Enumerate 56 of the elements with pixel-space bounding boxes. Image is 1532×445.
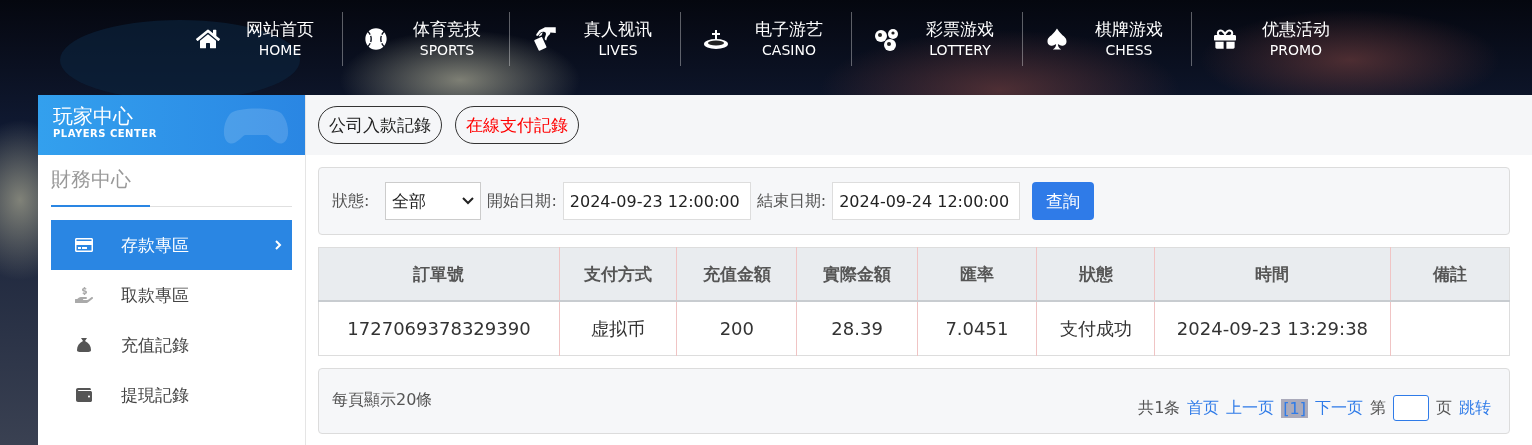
page-field[interactable] (1393, 395, 1429, 421)
chevron-icon (274, 239, 282, 251)
table-cell: 2024-09-23 13:29:38 (1154, 301, 1391, 356)
hand-icon (75, 286, 93, 304)
table-cell: 1727069378329390 (318, 301, 560, 356)
column-header: 時間 (1154, 247, 1391, 301)
end-date-label: 結束日期: (756, 190, 827, 212)
nav-item[interactable]: 棋牌游戏 CHESS (1022, 12, 1191, 66)
column-header: 實際金額 (796, 247, 918, 301)
sidebar-item[interactable]: 充值記錄 (51, 320, 292, 370)
nav-item[interactable]: 体育竞技 SPORTS (342, 12, 509, 66)
jump-link[interactable]: 跳转 (1459, 397, 1491, 419)
table-cell: 7.0451 (917, 301, 1037, 356)
sidebar-item[interactable]: 提現記錄 (51, 370, 292, 420)
sidebar-title: 玩家中心 (53, 104, 134, 128)
table-cell: 28.39 (796, 301, 918, 356)
column-header: 狀態 (1036, 247, 1155, 301)
table-cell: 支付成功 (1036, 301, 1155, 356)
column-header: 支付方式 (559, 247, 677, 301)
money-bag-icon (76, 337, 92, 353)
nav-item[interactable]: 优惠活动 PROMO (1191, 12, 1358, 66)
page-suffix: 页 (1436, 397, 1452, 419)
prev-page-link[interactable]: 上一页 (1226, 397, 1275, 419)
nav-item[interactable]: 真人视讯 LIVES (509, 12, 680, 66)
per-page-text: 每頁顯示20條 (332, 390, 433, 411)
status-label: 狀態: (332, 190, 370, 212)
sidebar-item[interactable]: 取款專區 (51, 270, 292, 320)
nav-item[interactable]: 电子游艺 CASINO (680, 12, 851, 66)
column-header: 匯率 (917, 247, 1037, 301)
sidebar-subtitle: PLAYERS CENTER (53, 128, 158, 139)
column-header: 訂單號 (318, 247, 560, 301)
spade-icon (1045, 27, 1069, 51)
home-icon (196, 27, 220, 51)
start-date-field[interactable]: 2024-09-23 12:00:00 (562, 182, 751, 220)
total-count: 共1条 (1138, 397, 1181, 419)
column-header: 備註 (1390, 247, 1510, 301)
start-date-label: 開始日期: (487, 190, 557, 212)
gift-icon (1214, 28, 1236, 50)
page-prefix: 第 (1370, 397, 1386, 419)
end-date-field[interactable]: 2024-09-24 12:00:00 (832, 182, 1021, 220)
table-cell: 200 (676, 301, 797, 356)
search-button[interactable]: 查詢 (1032, 182, 1095, 220)
caret-icon (462, 197, 475, 205)
column-header: 充值金額 (676, 247, 797, 301)
first-page-link[interactable]: 首页 (1187, 397, 1220, 419)
next-page-link[interactable]: 下一页 (1315, 397, 1363, 419)
table-cell: 虚拟币 (559, 301, 677, 356)
sidebar-item[interactable]: 存款專區 (51, 220, 292, 270)
nav-item[interactable]: 网站首页 HOME (174, 12, 342, 66)
status-select[interactable]: 全部 (385, 182, 482, 220)
wallet-icon (76, 387, 92, 403)
nav-item[interactable]: 彩票游戏 LOTTERY (851, 12, 1022, 66)
current-page: [1] (1281, 398, 1308, 418)
roulette-icon (703, 27, 729, 51)
card-icon (75, 236, 93, 254)
balls-icon (874, 27, 900, 51)
